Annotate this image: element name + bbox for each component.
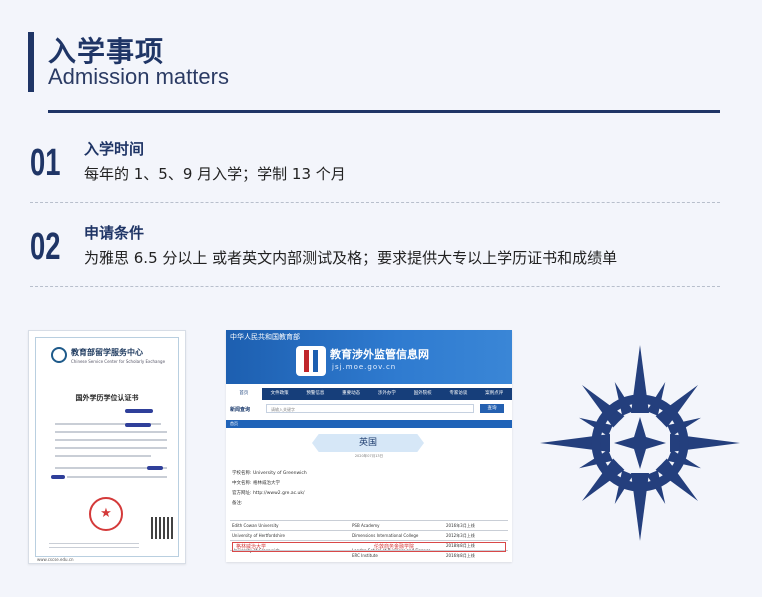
country-name: 英国 [358, 438, 377, 448]
certificate-text-line [55, 439, 167, 441]
redaction-mark [51, 475, 65, 479]
website-nav-item: 专家访谈 [449, 391, 468, 396]
cscse-logo-icon [51, 347, 67, 363]
item-desc-2: 为雅思 6.5 分以上 或者英文内部测试及格；要求提供大专以上学历证书和成绩单 [84, 249, 618, 267]
school-field: 备注: [232, 501, 243, 506]
website-nav: 首页 文件政策 预警信息 重要动态 涉外办学 国外院校 专家访谈 案例点评 [226, 388, 512, 400]
website-search-button: 查询 [480, 404, 504, 413]
title-accent-bar [28, 32, 34, 92]
title-divider [48, 110, 720, 113]
page-subtitle: Admission matters [48, 64, 229, 89]
degree-certificate-image: 教育部留学服务中心 Chinese Service Center for Sch… [28, 330, 186, 564]
qr-code-icon [151, 517, 173, 539]
compass-rose-icon [540, 345, 740, 541]
certificate-footer-url: www.cscse.edu.cn [37, 557, 74, 562]
item-title-2: 申请条件 [84, 224, 145, 242]
website-nav-item: 重要动态 [342, 391, 361, 396]
certificate-title: 国外学历学位认证书 [75, 394, 139, 402]
item-title-1: 入学时间 [84, 140, 145, 158]
redaction-mark [125, 409, 153, 413]
school-field: 学校名称: University of Greenwich [232, 471, 307, 476]
item-desc-1: 每年的 1、5、9 月入学；学制 13 个月 [84, 165, 346, 183]
item-number-2: 02 [30, 226, 61, 268]
certificate-org-name-en: Chinese Service Center for Scholarly Exc… [71, 359, 166, 364]
website-nav-item: 国外院校 [413, 391, 432, 396]
website-search-label: 新闻查询 [230, 407, 251, 413]
certificate-text-line [55, 447, 167, 449]
website-nav-item: 首页 [226, 388, 262, 400]
seal-star-icon: ★ [100, 506, 112, 521]
certificate-fine-print [49, 547, 139, 548]
item-divider [30, 286, 720, 287]
country-date: 2020年07月13日 [354, 454, 384, 458]
website-gov-label: 中华人民共和国教育部 [230, 333, 300, 341]
website-nav-item: 预警信息 [306, 391, 325, 396]
redaction-mark [125, 423, 151, 427]
redaction-mark [147, 466, 163, 470]
website-nav-item: 涉外办学 [377, 391, 396, 396]
highlight-box [232, 542, 506, 552]
highlight-text-right: 伦敦商务金融学院 [374, 544, 415, 550]
website-breadcrumb: 首页 [226, 420, 512, 428]
red-seal-stamp: ★ [89, 497, 123, 531]
item-divider [30, 202, 720, 203]
school-field: 中文名称: 格林威治大学 [232, 481, 280, 486]
website-domain: jsj.moe.gov.cn [332, 363, 397, 371]
website-nav-item: 案例点评 [485, 391, 504, 396]
certificate-text-line [55, 431, 167, 433]
certificate-text-line [67, 476, 167, 478]
item-number-1: 01 [30, 142, 61, 184]
website-name: 教育涉外监管信息网 [330, 348, 429, 361]
certificate-org-name: 教育部留学服务中心 [71, 347, 143, 357]
school-field: 官方网址: http://www2.gre.ac.uk/ [232, 491, 305, 496]
website-search-input: 请输入关键字 [266, 404, 474, 413]
website-nav-item: 文件政策 [270, 391, 289, 396]
certificate-fine-print [49, 543, 139, 544]
jsj-logo-icon [296, 346, 326, 376]
highlight-text-left: 格林威治大学 [236, 544, 267, 550]
moe-website-screenshot: 中华人民共和国教育部 教育涉外监管信息网 jsj.moe.gov.cn 首页 文… [226, 330, 512, 562]
certificate-text-line [55, 455, 151, 457]
